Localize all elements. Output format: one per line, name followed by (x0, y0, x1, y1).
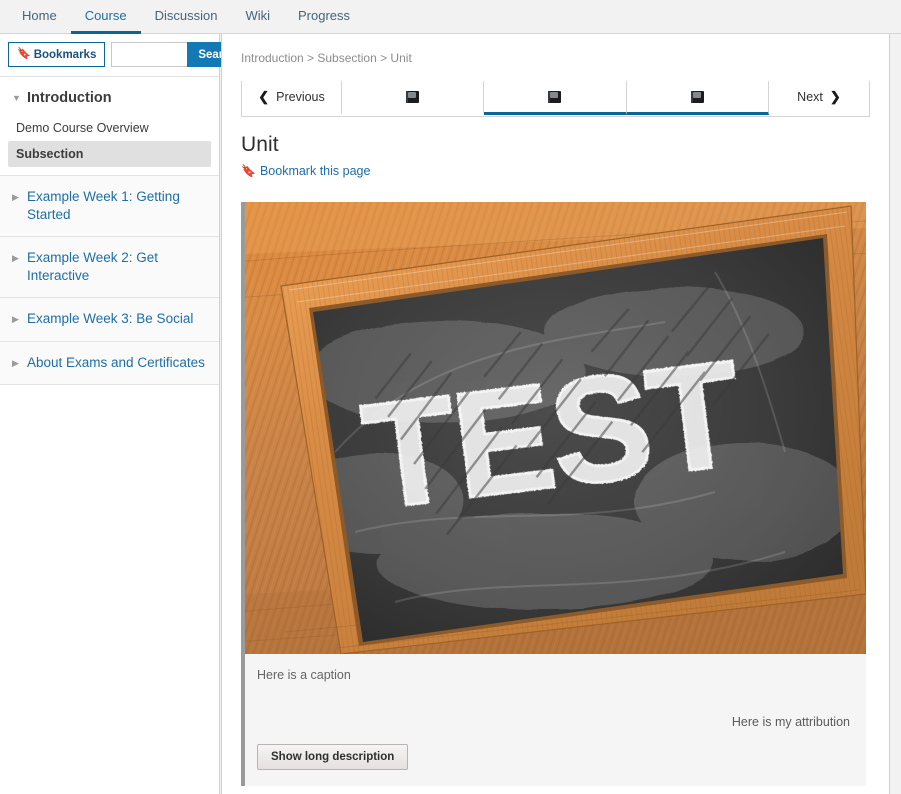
chapter-example-week-3: ▶ Example Week 3: Be Social (0, 298, 219, 342)
next-button[interactable]: Next ❯ (768, 81, 869, 115)
sidebar-section-demo-course-overview[interactable]: Demo Course Overview (8, 115, 211, 141)
chapter-example-week-2-header[interactable]: ▶ Example Week 2: Get Interactive (0, 237, 219, 297)
show-long-description-button[interactable]: Show long description (257, 744, 409, 770)
chalkboard-test-image: TEST (245, 202, 866, 654)
chapter-about-exams-and-certificates: ▶ About Exams and Certificates (0, 341, 219, 385)
chapter-introduction: ▼ Introduction Demo Course Overview Subs… (0, 77, 219, 176)
course-outline-sidebar: 🔖 Bookmarks Search ▼ Introduction Demo C… (0, 34, 248, 794)
figure-attribution: Here is my attribution (731, 715, 850, 729)
bookmarks-button[interactable]: 🔖 Bookmarks (8, 42, 106, 67)
chapter-example-week-3-header[interactable]: ▶ Example Week 3: Be Social (0, 298, 219, 340)
unit-sequence-nav: ❮ Previous Next ❯ (241, 81, 870, 117)
book-icon (690, 90, 704, 103)
chapter-example-week-1: ▶ Example Week 1: Getting Started (0, 175, 219, 237)
next-button-label: Next (797, 89, 823, 104)
unit-tab-2[interactable] (484, 81, 627, 115)
bookmarks-button-label: Bookmarks (33, 48, 97, 61)
chapter-list: ▼ Introduction Demo Course Overview Subs… (0, 76, 219, 385)
top-nav-tab-discussion[interactable]: Discussion (141, 0, 232, 34)
sidebar-search-row: 🔖 Bookmarks Search (0, 34, 248, 76)
unit-tab-3[interactable] (626, 81, 769, 115)
caret-right-icon: ▶ (12, 314, 19, 325)
bookmark-this-page-label: Bookmark this page (259, 164, 371, 178)
top-nav-tab-list: Home Course Discussion Wiki Progress (0, 0, 901, 34)
sidebar-section-subsection[interactable]: Subsection (8, 140, 211, 167)
course-content-card: Introduction > Subsection > Unit ❮ Previ… (221, 34, 890, 794)
chapter-about-exams-and-certificates-title: About Exams and Certificates (27, 354, 205, 370)
figure-caption-box: Here is a caption Here is my attribution… (245, 654, 866, 786)
top-nav-tab-wiki[interactable]: Wiki (231, 0, 284, 34)
unit-tab-1[interactable] (342, 81, 485, 115)
chapter-example-week-1-title: Example Week 1: Getting Started (27, 188, 180, 222)
previous-button[interactable]: ❮ Previous (242, 81, 342, 115)
page-title: Unit (241, 133, 279, 156)
chapter-example-week-2: ▶ Example Week 2: Get Interactive (0, 237, 219, 299)
course-top-nav: Home Course Discussion Wiki Progress (0, 0, 901, 34)
course-page: 🔖 Bookmarks Search ▼ Introduction Demo C… (0, 34, 901, 794)
chevron-left-icon: ❮ (258, 88, 270, 104)
caret-right-icon: ▶ (12, 191, 19, 202)
top-nav-tab-progress[interactable]: Progress (284, 0, 364, 34)
book-icon (406, 90, 420, 103)
chapter-about-exams-and-certificates-header[interactable]: ▶ About Exams and Certificates (0, 342, 219, 384)
search-input[interactable] (111, 42, 188, 67)
top-nav-tab-course[interactable]: Course (70, 0, 141, 34)
chapter-introduction-title: Introduction (27, 90, 112, 106)
chevron-right-icon: ❯ (829, 88, 841, 104)
chapter-example-week-1-header[interactable]: ▶ Example Week 1: Getting Started (0, 176, 219, 236)
book-icon (548, 90, 562, 103)
breadcrumb: Introduction > Subsection > Unit (241, 51, 412, 65)
course-content-column: Introduction > Subsection > Unit ❮ Previ… (221, 34, 901, 794)
chapter-introduction-sections: Demo Course Overview Subsection (0, 115, 219, 175)
bookmark-this-page-link[interactable]: 🔖 Bookmark this page (241, 164, 370, 178)
bookmark-icon: 🔖 (241, 164, 256, 178)
figure-caption: Here is a caption (257, 668, 351, 682)
chapter-example-week-2-title: Example Week 2: Get Interactive (27, 250, 159, 284)
top-nav-tab-home[interactable]: Home (8, 0, 71, 34)
chapter-example-week-3-title: Example Week 3: Be Social (27, 311, 194, 327)
bookmark-icon: 🔖 (17, 48, 31, 60)
previous-button-label: Previous (276, 89, 325, 104)
figure-main: TEST Here is a caption Here is my attrib… (245, 202, 866, 786)
figure-block: TEST Here is a caption Here is my attrib… (241, 202, 866, 786)
chapter-introduction-header[interactable]: ▼ Introduction (0, 77, 219, 115)
caret-right-icon: ▶ (12, 357, 19, 368)
caret-down-icon: ▼ (12, 93, 21, 103)
caret-right-icon: ▶ (12, 253, 19, 263)
chalkboard-illustration: TEST (245, 202, 866, 654)
